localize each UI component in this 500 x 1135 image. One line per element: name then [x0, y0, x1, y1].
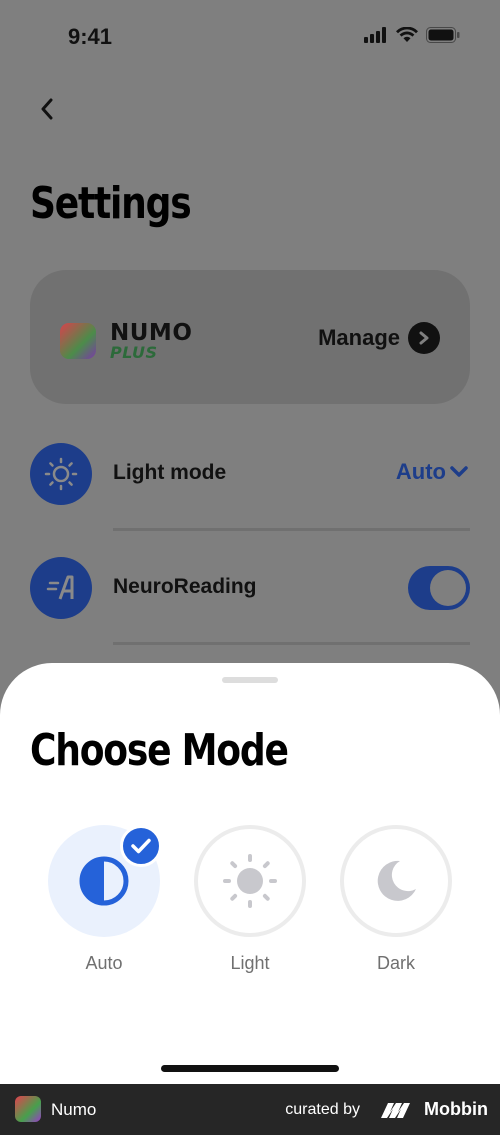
page-title: Settings — [30, 178, 192, 229]
mode-option-disc — [48, 825, 162, 937]
mode-option-light[interactable]: Light — [194, 825, 306, 974]
chevron-left-icon — [41, 98, 53, 120]
back-button[interactable] — [30, 92, 64, 126]
light-mode-value: Auto — [395, 459, 446, 484]
battery-icon — [426, 27, 460, 43]
home-indicator — [161, 1065, 339, 1072]
mode-option-label: Light — [230, 953, 270, 973]
mobbin-brand: Mobbin — [424, 1099, 488, 1119]
app-logo-icon — [60, 323, 96, 359]
divider — [113, 642, 470, 645]
sun-icon — [30, 443, 92, 505]
attribution-footer: Numo curated by Mobbin — [0, 1084, 500, 1135]
mode-option-auto[interactable]: Auto — [48, 825, 162, 974]
moon-icon — [377, 860, 416, 901]
numo-app-icon — [15, 1096, 41, 1122]
footer-app-name: Numo — [51, 1100, 97, 1119]
selected-checkmark-icon — [120, 825, 162, 867]
mode-option-label: Auto — [85, 953, 123, 973]
toggle-knob — [430, 570, 466, 606]
cellular-signal-icon — [364, 27, 386, 43]
neuro-reading-label: NeuroReading — [113, 575, 257, 598]
setting-light-mode[interactable]: Light mode Auto — [30, 443, 470, 505]
sun-icon — [223, 854, 277, 908]
brand-plus: PLUS — [110, 343, 158, 362]
manage-label: Manage — [318, 325, 400, 350]
chevron-right-circle-icon — [408, 322, 440, 354]
mode-option-label: Dark — [376, 953, 415, 973]
status-icons — [364, 27, 460, 43]
choose-mode-sheet: Choose Mode Auto Light Dark — [0, 663, 500, 1084]
mode-option-disc — [194, 825, 306, 937]
brand-name: NUMO — [110, 320, 193, 346]
half-circle-icon — [79, 856, 129, 906]
setting-neuro-reading[interactable]: NeuroReading — [30, 557, 470, 619]
neuro-reading-icon — [30, 557, 92, 619]
mode-option-disc — [340, 825, 452, 937]
sheet-grabber[interactable] — [222, 677, 278, 683]
sheet-title: Choose Mode — [30, 725, 289, 776]
subscription-card[interactable]: NUMO PLUS Manage — [30, 270, 470, 404]
status-bar: 9:41 — [0, 0, 500, 72]
manage-button[interactable]: Manage — [318, 322, 440, 354]
mode-option-dark[interactable]: Dark — [340, 825, 452, 974]
curated-by-label: curated by — [285, 1101, 360, 1118]
light-mode-dropdown[interactable]: Auto — [396, 459, 468, 485]
divider — [113, 528, 470, 531]
status-time: 9:41 — [68, 24, 113, 49]
chevron-down-icon — [450, 466, 468, 477]
neuro-reading-toggle[interactable] — [408, 566, 470, 610]
mobbin-logo-icon — [381, 1103, 410, 1118]
plus-brand: NUMO PLUS — [110, 322, 192, 362]
light-mode-label: Light mode — [113, 461, 227, 484]
wifi-icon — [396, 27, 418, 42]
